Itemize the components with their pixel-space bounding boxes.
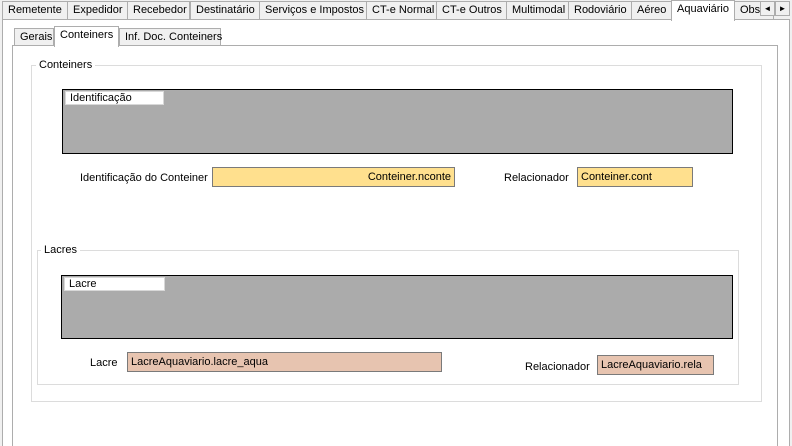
tab-expedidor[interactable]: Expedidor — [67, 1, 128, 20]
conteiner-relacionador-field[interactable]: Conteiner.cont — [577, 167, 693, 187]
conteiner-relacionador-label: Relacionador — [504, 172, 569, 184]
conteiners-tab-panel: Conteiners Identificação Identificação d… — [12, 45, 778, 446]
tab-inf-doc-conteiners[interactable]: Inf. Doc. Conteiners — [119, 28, 222, 46]
lacres-groupbox-title: Lacres — [41, 244, 81, 256]
grid-column-lacre[interactable]: Lacre — [64, 277, 165, 291]
main-tab-strip: Remetente Expedidor Recebedor Destinatár… — [0, 0, 792, 21]
tab-aereo[interactable]: Aéreo — [631, 1, 672, 20]
identificacao-conteiner-field[interactable]: Conteiner.nconte — [212, 167, 455, 187]
tab-aquaviario[interactable]: Aquaviário — [671, 0, 735, 21]
lacre-relacionador-field[interactable]: LacreAquaviario.rela — [597, 355, 714, 375]
scroll-left-icon[interactable]: ◄ — [760, 1, 775, 16]
grid-column-identificacao[interactable]: Identificação — [65, 91, 164, 105]
tab-cte-normal[interactable]: CT-e Normal — [366, 1, 437, 20]
conteiners-grid[interactable]: Identificação — [62, 89, 733, 154]
tab-cte-outros[interactable]: CT-e Outros — [436, 1, 507, 20]
tab-servicos-impostos[interactable]: Serviços e Impostos — [259, 1, 367, 20]
tab-recebedor[interactable]: Recebedor — [127, 1, 190, 20]
identificacao-conteiner-label: Identificação do Conteiner — [80, 172, 208, 184]
tab-rodoviario[interactable]: Rodoviário — [568, 1, 632, 20]
lacre-relacionador-label: Relacionador — [525, 361, 590, 373]
lacres-grid[interactable]: Lacre — [61, 275, 733, 339]
tab-gerais[interactable]: Gerais — [14, 28, 54, 46]
conteiners-groupbox: Conteiners Identificação Identificação d… — [31, 59, 762, 402]
tab-destinatario[interactable]: Destinatário — [190, 1, 260, 20]
tab-conteiners[interactable]: Conteiners — [54, 26, 119, 47]
tab-remetente[interactable]: Remetente — [2, 1, 68, 20]
lacres-groupbox: Lacres Lacre Lacre LacreAquaviario.lacre… — [37, 244, 739, 385]
tab-multimodal[interactable]: Multimodal — [506, 1, 569, 20]
tab-scroll-buttons: ◄ ► — [760, 1, 790, 16]
scroll-right-icon[interactable]: ► — [775, 1, 790, 16]
lacre-label: Lacre — [90, 357, 118, 369]
conteiners-groupbox-title: Conteiners — [36, 59, 96, 71]
lacre-field[interactable]: LacreAquaviario.lacre_aqua — [127, 352, 442, 372]
